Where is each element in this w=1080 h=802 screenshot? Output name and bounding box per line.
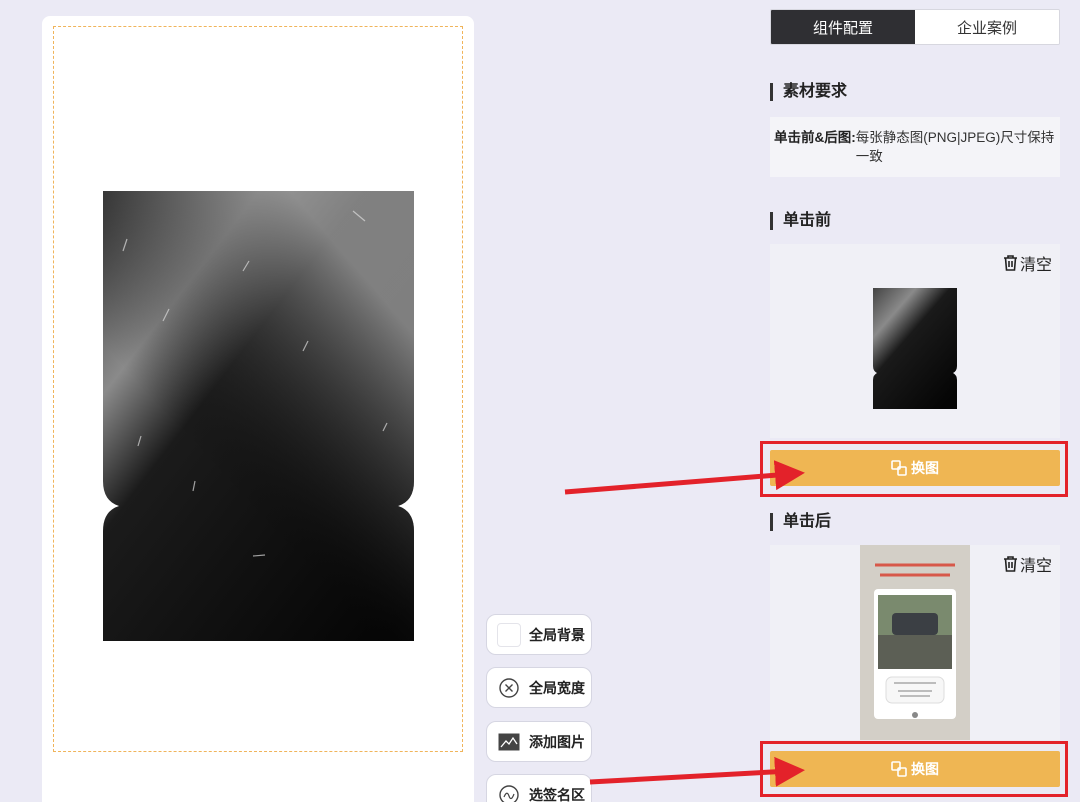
before-image-thumbnail[interactable]: [873, 288, 957, 409]
before-clear-button[interactable]: 清空: [1003, 251, 1052, 275]
canvas-card: [42, 16, 474, 802]
canvas-scratch-image[interactable]: [103, 191, 414, 641]
global-width-button[interactable]: 全局宽度: [486, 667, 592, 708]
add-image-label: 添加图片: [529, 733, 585, 750]
after-image-box: 清空: [770, 545, 1060, 740]
panel-tabs: 组件配置 企业案例: [770, 9, 1060, 45]
close-circle-icon: [497, 676, 521, 700]
material-requirements-label: 单击前&后图:: [774, 130, 856, 145]
after-clear-button[interactable]: 清空: [1003, 552, 1052, 576]
global-background-button[interactable]: 全局背景: [486, 614, 592, 655]
material-requirements-value: 每张静态图(PNG|JPEG)尺寸保持一致: [855, 130, 1055, 164]
signature-area-button[interactable]: 选签名区: [486, 774, 592, 802]
tab-enterprise-cases[interactable]: 企业案例: [915, 10, 1059, 44]
config-panel: 组件配置 企业案例 素材要求 单击前&后图: 每张静态图(PNG|JPEG)尺寸…: [770, 0, 1062, 802]
after-click-title: 单击后: [770, 513, 831, 531]
trash-icon: [1003, 255, 1017, 271]
material-requirements-title: 素材要求: [770, 83, 847, 101]
image-icon: [497, 730, 521, 754]
global-background-label: 全局背景: [529, 626, 585, 643]
annotation-arrow-1: [564, 460, 805, 495]
trash-icon: [1003, 556, 1017, 572]
before-click-title: 单击前: [770, 212, 831, 230]
global-width-label: 全局宽度: [529, 679, 585, 696]
annotation-highlight-before-swap: [760, 441, 1068, 497]
signature-icon: [497, 783, 521, 802]
after-image-thumbnail[interactable]: [860, 545, 970, 740]
white-swatch-icon: [497, 622, 521, 647]
signature-area-label: 选签名区: [529, 786, 585, 802]
annotation-highlight-after-swap: [760, 741, 1068, 797]
material-requirements-box: 单击前&后图: 每张静态图(PNG|JPEG)尺寸保持一致: [770, 117, 1060, 177]
before-image-box: 清空: [770, 244, 1060, 438]
tab-component-config[interactable]: 组件配置: [771, 10, 915, 44]
after-clear-label: 清空: [1019, 558, 1052, 575]
add-image-button[interactable]: 添加图片: [486, 721, 592, 762]
before-clear-label: 清空: [1019, 257, 1052, 274]
